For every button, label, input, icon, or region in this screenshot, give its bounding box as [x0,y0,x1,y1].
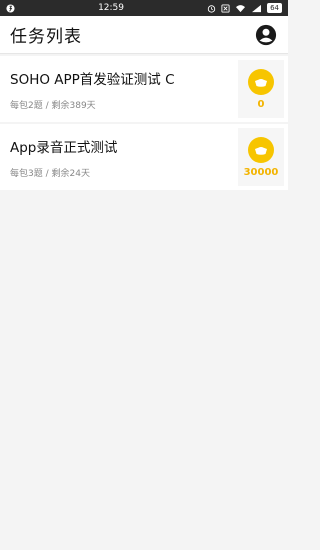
signal-icon [252,4,262,12]
task-info: App录音正式测试 每包3题 / 剩余24天 [10,136,117,179]
task-per-pack: 每包2题 [10,100,43,111]
task-per-pack: 每包3题 [10,168,43,179]
task-list: SOHO APP首发验证测试 C 每包2题 / 剩余389天 0 App录音正式… [0,56,288,190]
notification-icon [6,3,15,13]
reward-box: 0 [238,60,284,118]
task-meta: 每包3题 / 剩余24天 [10,166,117,179]
account-circle-icon [255,24,277,45]
reward-value: 30000 [243,166,279,178]
status-right: 64 [207,3,282,13]
wifi-icon [236,4,246,12]
task-meta-separator: / [42,100,52,111]
status-left [6,3,15,13]
page-title: 任务列表 [10,27,82,47]
task-title: SOHO APP首发验证测试 C [10,71,175,88]
profile-button[interactable] [254,23,278,47]
task-meta: 每包2题 / 剩余389天 [10,98,175,111]
reward-box: 30000 [238,128,284,186]
gold-ingot-icon [248,68,274,95]
task-remaining: 剩余24天 [51,168,90,179]
gold-ingot-icon [248,136,274,163]
app-header: 任务列表 [0,16,288,54]
task-meta-separator: / [42,168,52,179]
task-card[interactable]: App录音正式测试 每包3题 / 剩余24天 30000 [0,124,288,190]
status-time: 12:59 [98,3,124,13]
reward-value: 0 [257,98,265,110]
close-square-icon [221,3,230,13]
task-remaining: 剩余389天 [51,100,96,111]
task-card[interactable]: SOHO APP首发验证测试 C 每包2题 / 剩余389天 0 [0,56,288,122]
task-title: App录音正式测试 [10,139,118,156]
status-bar: 12:59 64 [0,0,288,16]
task-info: SOHO APP首发验证测试 C 每包2题 / 剩余389天 [10,68,175,111]
battery-indicator: 64 [267,3,282,13]
alarm-icon [207,4,216,13]
